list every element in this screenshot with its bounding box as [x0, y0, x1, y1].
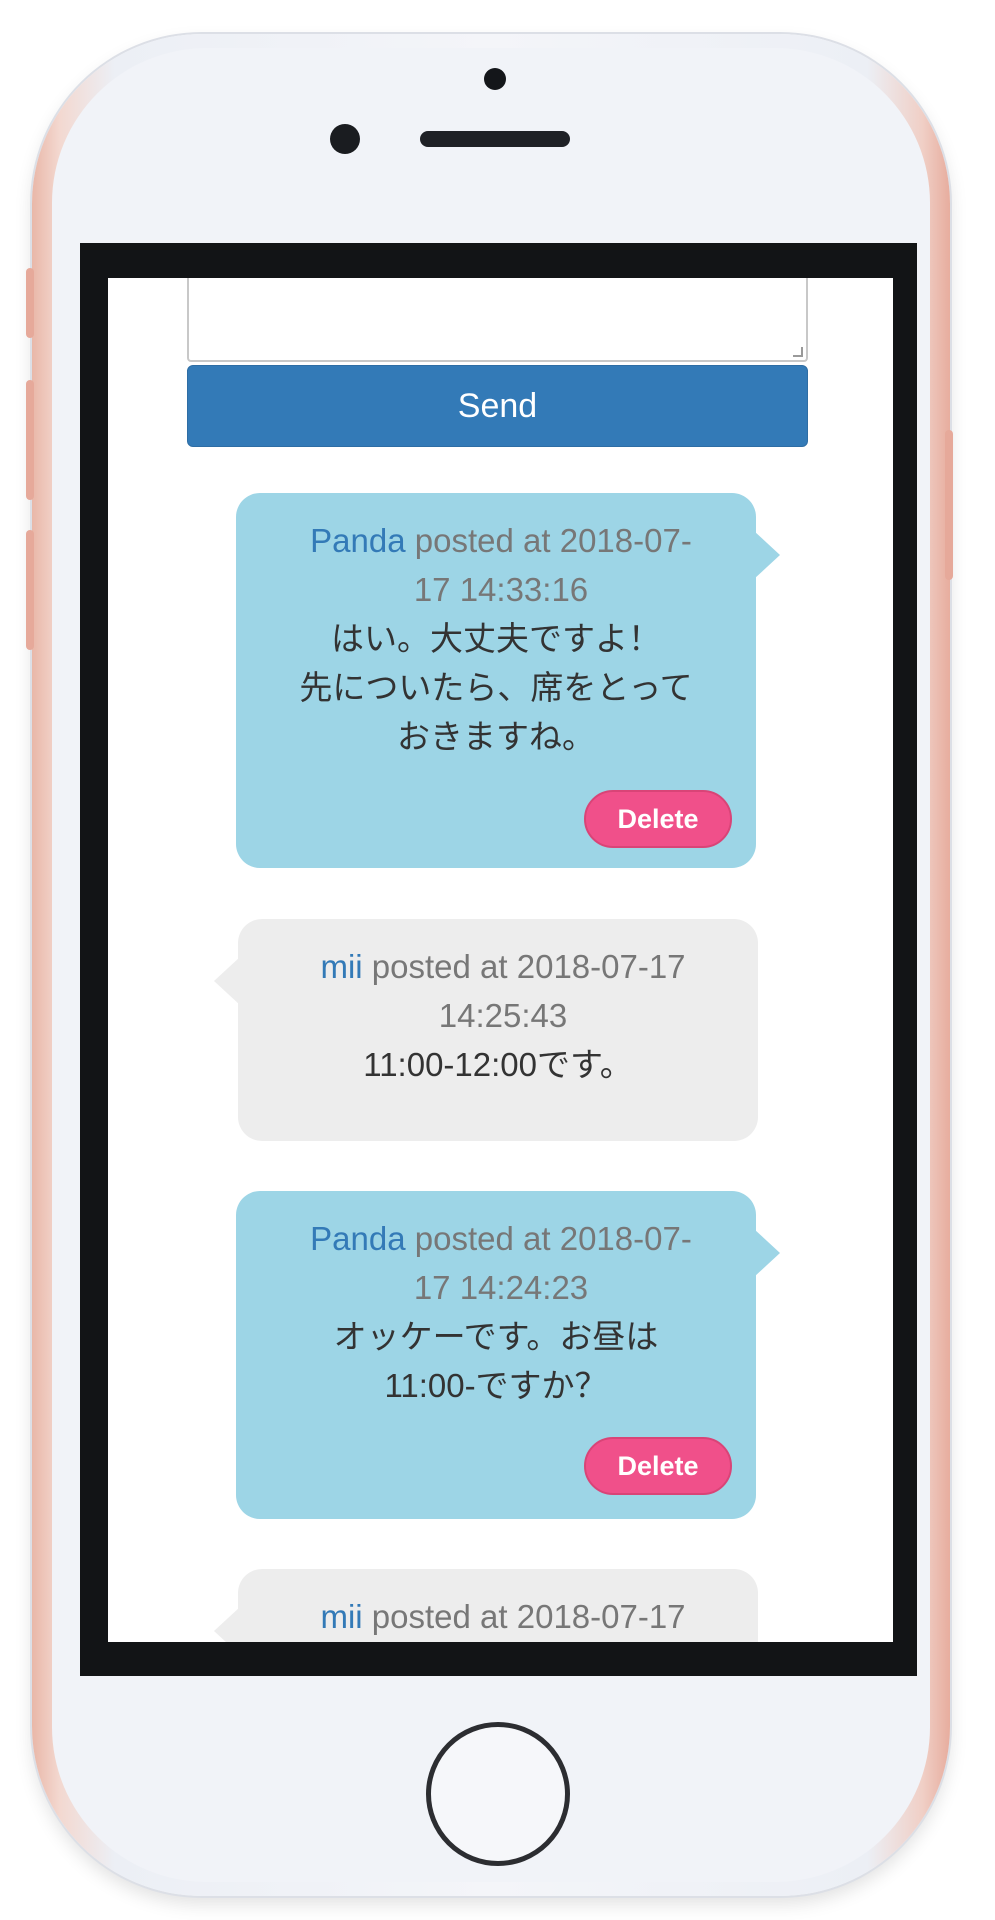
front-camera-icon [484, 68, 506, 90]
earpiece-speaker [420, 131, 570, 147]
message-line: 11:00-12:00です。 [363, 1046, 633, 1083]
timestamp-part: 14:25:43 [438, 997, 568, 1034]
phone-screen: Send Panda posted at 2018-07- 17 14:33:1… [108, 278, 893, 1642]
timestamp-part: 2018-07- [559, 1220, 692, 1257]
message-bubble: Panda posted at 2018-07- 17 14:24:23 オッケ… [236, 1191, 780, 1519]
message-body: 11:00-12:00です。 [238, 1040, 758, 1089]
power-button [945, 430, 953, 580]
posted-label: posted at [414, 1220, 551, 1257]
timestamp-part: 2018-07-17 [516, 1598, 686, 1635]
delete-button[interactable]: Delete [584, 1437, 732, 1495]
posted-label: posted at [371, 948, 508, 985]
timestamp-part: 17 14:33:16 [413, 571, 589, 608]
timestamp-part: 2018-07- [559, 522, 692, 559]
message-body: オッケーです。お昼は 11:00-ですか？ [236, 1312, 756, 1410]
author-link[interactable]: mii [320, 948, 362, 985]
timestamp-part: 17 14:24:23 [413, 1269, 589, 1306]
timestamp-part: 2018-07-17 [516, 948, 686, 985]
delete-button[interactable]: Delete [584, 790, 732, 848]
message-line: 11:00-ですか？ [384, 1367, 608, 1404]
author-link[interactable]: mii [320, 1598, 362, 1635]
home-button-icon[interactable] [426, 1722, 570, 1866]
author-link[interactable]: Panda [310, 1220, 405, 1257]
message-header: mii posted at 2018-07-17 14:25:43 [238, 942, 758, 1040]
message-bubble: mii posted at 2018-07-17 14:25:43 11:00-… [214, 919, 758, 1141]
proximity-sensor-icon [330, 124, 360, 154]
message-textarea[interactable] [187, 278, 808, 362]
message-line: 先についたら、席をとって [299, 669, 693, 706]
message-line: おきますね。 [397, 718, 595, 755]
posted-label: posted at [371, 1598, 508, 1635]
message-header: mii posted at 2018-07-17 [238, 1592, 758, 1641]
message-header: Panda posted at 2018-07- 17 14:24:23 [236, 1214, 756, 1312]
message-bubble: mii posted at 2018-07-17 [214, 1569, 758, 1642]
volume-down-button [26, 530, 34, 650]
message-line: オッケーです。お昼は [333, 1318, 659, 1355]
message-line: はい。大丈夫ですよ！ [331, 620, 661, 657]
message-header: Panda posted at 2018-07- 17 14:33:16 [236, 516, 756, 614]
mute-switch [26, 268, 34, 338]
volume-up-button [26, 380, 34, 500]
message-body: はい。大丈夫ですよ！ 先についたら、席をとって おきますね。 [236, 614, 756, 761]
resize-handle-icon[interactable] [793, 347, 803, 357]
message-bubble: Panda posted at 2018-07- 17 14:33:16 はい。… [236, 493, 780, 868]
author-link[interactable]: Panda [310, 522, 405, 559]
send-button[interactable]: Send [187, 365, 808, 447]
posted-label: posted at [414, 522, 551, 559]
